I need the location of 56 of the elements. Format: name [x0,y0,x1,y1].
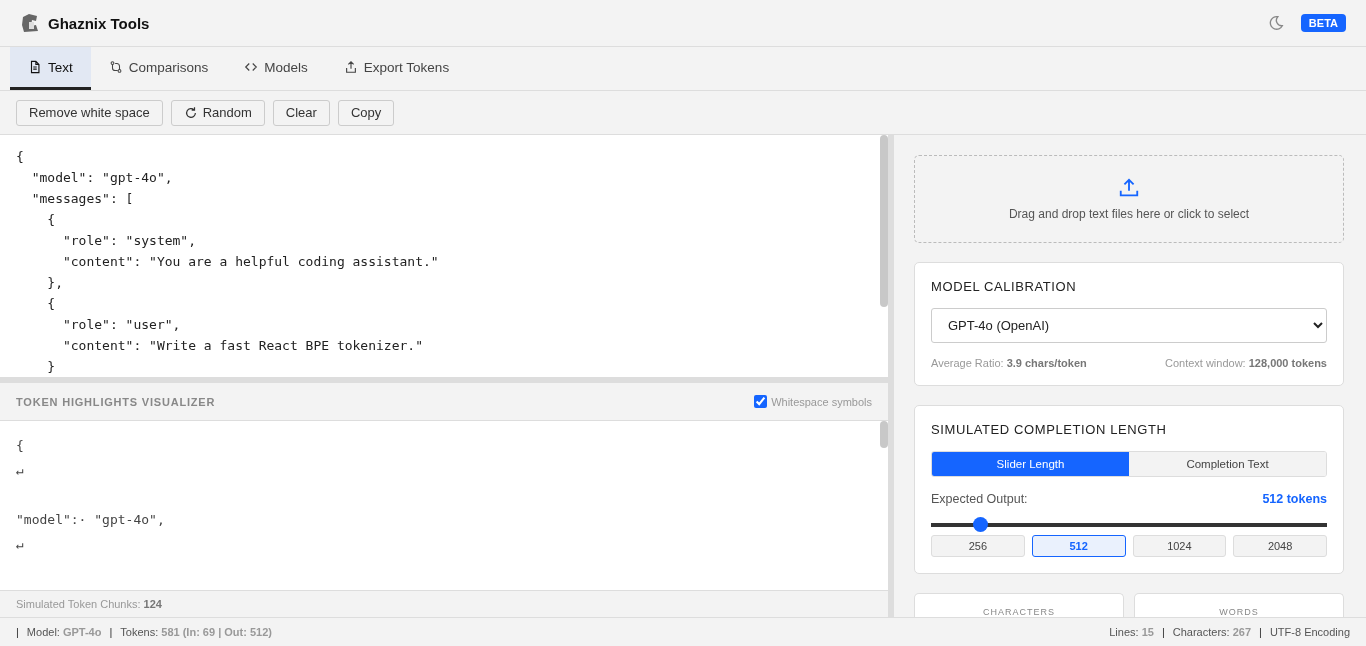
newline-symbol: ↵ [16,462,25,480]
slider-thumb[interactable] [973,517,989,532]
tab[interactable]: Text [10,47,91,90]
separator: | [16,626,19,638]
scrollbar[interactable] [880,421,888,448]
mode-toggle[interactable]: Completion Text [1129,452,1326,476]
context-window: Context window: 128,000 tokens [1164,357,1327,369]
tab[interactable]: Comparisons [90,47,227,90]
drop-zone-text: Drag and drop text files here or click to select [1008,207,1250,221]
file-drop-zone[interactable]: Drag and drop text files here or click to select [914,155,1344,243]
newline-symbol: ↵ [16,536,25,554]
toolbar-button[interactable]: Clear [272,99,330,126]
visualizer-title: TOKEN HIGHLIGHTS VISUALIZER [16,395,216,408]
card-title: SIMULATED COMPLETION LENGTH [931,422,1168,437]
output-label: Expected Output: [931,492,1028,506]
token-text: "model":· "gpt-4o", [16,511,166,529]
preset-button[interactable]: 2048 [1233,535,1327,557]
preset-button[interactable]: 1024 [1132,535,1227,557]
toolbar-button[interactable]: Remove white space [16,99,163,126]
status-item: UTF-8 Encoding [1269,626,1350,638]
beta-badge: BETA [1300,14,1346,32]
scrollbar[interactable] [880,135,888,307]
status-item: Tokens: 581 (In: 69 | Out: 512) [120,626,272,638]
tab[interactable]: Models [226,47,326,90]
whitespace-checkbox[interactable] [754,395,768,408]
logo-icon [20,13,40,33]
document-icon [28,60,42,74]
card-title: MODEL CALIBRATION [931,279,1078,294]
upload-icon [343,60,358,74]
upload-icon [1118,177,1140,199]
tab[interactable]: Export Tokens [325,47,468,90]
mode-toggle[interactable]: Slider Length [932,452,1129,476]
separator: | [1161,626,1165,638]
code-icon [244,60,259,74]
token-chunks-count: Simulated Token Chunks: 124 [16,598,162,610]
preset-button[interactable]: 512 [1031,535,1126,557]
checkbox-label: Whitespace symbols [771,395,872,408]
code-text: { "model": "gpt-4o", "messages": [ { "role": "system", "content": "You are a helpful coding assistant." }, { "role": "user", "content": "Write a fast React BPE tokenizer." } [15,148,440,376]
average-ratio: Average Ratio: 3.9 chars/token [931,357,1087,369]
output-value: 512 tokens [1262,492,1327,506]
toolbar-button[interactable]: Random [170,99,265,126]
refresh-icon [183,105,198,120]
status-item: Model: GPT-4o [26,626,102,638]
app-title: Ghaznix Tools [48,14,150,32]
branch-icon [108,60,123,74]
status-item: Lines: 15 [1109,626,1154,638]
toolbar-button[interactable]: Copy [337,99,395,126]
stat-label: CHARACTERS [983,607,1055,617]
separator: | [1259,626,1262,638]
separator: | [109,626,113,638]
preset-button[interactable]: 256 [931,535,1025,557]
code-editor[interactable]: { "model": "gpt-4o", "messages": [ { "role": "system", "content": "You are a helpful coding assistant." }, { "role": "user", "content": "Write a fast React BPE tokenizer." } [0,135,888,377]
status-item: Characters: 267 [1172,626,1252,638]
model-select[interactable]: GPT-4o (OpenAI) [931,308,1327,343]
stat-label: WORDS [1219,607,1259,617]
token-text: { [16,437,25,455]
